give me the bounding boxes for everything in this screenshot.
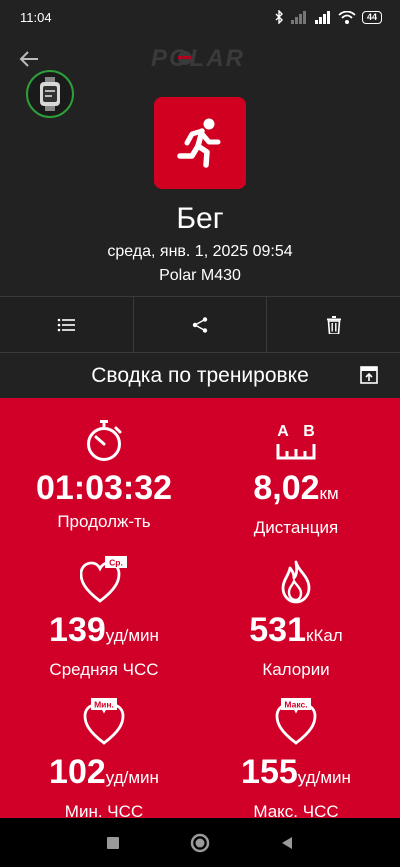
min-hr-badge: Мин. — [94, 700, 114, 710]
avg-hr-badge: Ср. — [109, 558, 123, 568]
share-button[interactable] — [134, 297, 268, 352]
polar-logo: POLAR — [151, 45, 245, 72]
stat-min-hr: Мин. 102уд/мин Мин. ЧСС — [4, 698, 204, 818]
max-hr-badge: Макс. — [284, 700, 307, 710]
system-nav-bar — [0, 818, 400, 867]
flame-icon — [281, 560, 311, 604]
share-icon — [192, 316, 208, 333]
trash-icon — [326, 315, 341, 334]
duration-label: Продолж-ть — [57, 512, 151, 531]
stat-max-hr: Макс. 155уд/мин Макс. ЧСС — [196, 698, 396, 818]
watch-icon — [40, 77, 60, 111]
distance-label: Дистанция — [253, 518, 339, 537]
min-hr-unit: уд/мин — [105, 768, 159, 787]
training-summary-stats: 01:03:32 Продолж-ть A B 8,02км Дистанция… — [0, 398, 400, 818]
stat-duration: 01:03:32 Продолж-ть — [4, 416, 204, 534]
heart-min-icon: Мин. — [83, 698, 125, 745]
sport-title: Бег — [176, 202, 224, 235]
distance-icon-label-b: B — [303, 423, 315, 440]
distance-icon-label-a: A — [277, 423, 289, 440]
avg-hr-value: 139уд/мин — [49, 611, 159, 649]
status-icons: 44 — [274, 10, 382, 24]
device-badge[interactable] — [26, 70, 74, 118]
delete-button[interactable] — [267, 297, 400, 352]
heart-avg-icon: Ср. — [80, 556, 127, 603]
svg-text:POLAR: POLAR — [151, 45, 245, 72]
wifi-icon — [338, 10, 356, 24]
signal-icon — [314, 10, 330, 24]
arrow-left-icon — [19, 51, 38, 67]
summary-header: Сводка по тренировке — [0, 353, 400, 398]
session-datetime: среда, янв. 1, 2025 09:54 — [107, 243, 293, 260]
status-bar: 11:04 44 — [0, 0, 400, 34]
export-button[interactable] — [358, 364, 380, 386]
duration-value: 01:03:32 — [35, 469, 173, 507]
summary-title: Сводка по тренировке — [91, 363, 309, 387]
calories-label: Калории — [262, 660, 330, 679]
distance-unit: км — [319, 484, 339, 503]
distance-icon: A B — [276, 423, 316, 460]
heart-max-icon: Макс. — [275, 698, 317, 745]
min-hr-label: Мин. ЧСС — [64, 802, 144, 818]
sport-icon-tile — [154, 97, 246, 189]
bluetooth-icon — [275, 10, 283, 24]
stat-calories: 531кКал Калории — [196, 558, 396, 682]
back-nav-icon[interactable] — [279, 835, 295, 851]
running-icon — [177, 118, 221, 168]
calories-value: 531кКал — [249, 611, 343, 649]
avg-hr-label: Средняя ЧСС — [49, 660, 159, 679]
max-hr-value: 155уд/мин — [241, 753, 351, 791]
signal-weak-icon — [290, 10, 306, 24]
distance-value: 8,02км — [253, 469, 339, 507]
avg-hr-unit: уд/мин — [105, 626, 159, 645]
status-time: 11:04 — [20, 9, 52, 25]
action-bar — [0, 296, 400, 353]
battery-indicator: 44 — [361, 10, 382, 24]
details-button[interactable] — [0, 297, 134, 352]
min-hr-value: 102уд/мин — [49, 753, 159, 791]
list-icon — [58, 318, 76, 331]
stat-distance: A B 8,02км Дистанция — [196, 416, 396, 540]
device-name: Polar M430 — [159, 267, 241, 284]
max-hr-unit: уд/мин — [297, 768, 351, 787]
back-button[interactable] — [14, 44, 44, 74]
max-hr-label: Макс. ЧСС — [253, 802, 339, 818]
export-icon — [360, 366, 378, 384]
stat-avg-hr: Ср. 139уд/мин Средняя ЧСС — [4, 556, 204, 682]
calories-unit: кКал — [306, 626, 343, 645]
stopwatch-icon — [87, 420, 122, 461]
recents-icon[interactable] — [105, 835, 121, 851]
home-icon[interactable] — [190, 833, 210, 853]
